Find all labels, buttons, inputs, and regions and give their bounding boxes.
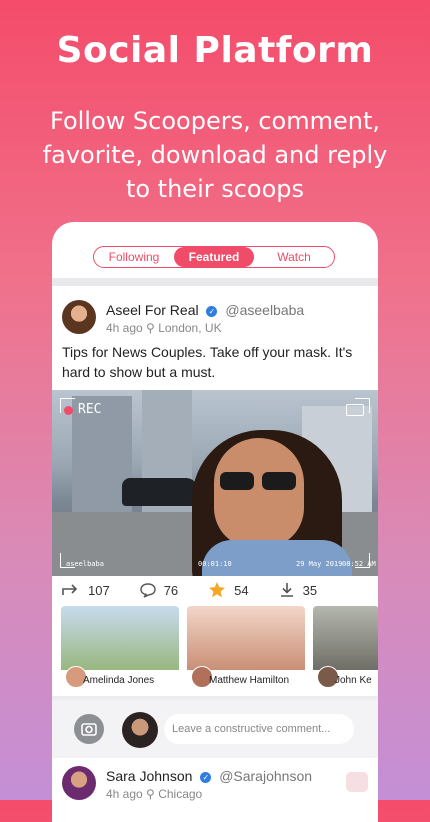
related-thumbnail xyxy=(61,606,179,670)
camera-button[interactable] xyxy=(74,714,104,744)
author-handle[interactable]: @Sarajohnson xyxy=(219,768,312,784)
post-meta: 4h ago ⚲ Chicago xyxy=(106,787,202,801)
tab-featured[interactable]: Featured xyxy=(174,247,254,267)
reply-count: 107 xyxy=(88,582,110,598)
download-button[interactable]: 35 xyxy=(279,582,317,598)
favorite-button[interactable]: 54 xyxy=(208,581,249,599)
verified-icon: ✓ xyxy=(200,772,212,783)
video-watermark: aseelbaba xyxy=(66,560,104,568)
verified-icon: ✓ xyxy=(206,306,218,317)
person-jacket xyxy=(202,540,352,576)
video-clock: 08:52 AM xyxy=(342,560,376,568)
feed-divider xyxy=(52,278,378,286)
author-avatar[interactable] xyxy=(62,766,96,800)
tv-icon[interactable] xyxy=(346,772,368,792)
favorite-count: 54 xyxy=(234,582,249,598)
download-icon xyxy=(280,583,293,597)
car xyxy=(122,478,198,506)
author-line: Aseel For Real ✓ @aseelbaba xyxy=(106,302,304,318)
author-line: Sara Johnson ✓ @Sarajohnson xyxy=(106,768,312,784)
camera-icon xyxy=(81,723,97,736)
author-handle[interactable]: @aseelbaba xyxy=(225,302,304,318)
camera-mode-icon xyxy=(346,404,364,416)
comment-button[interactable]: 76 xyxy=(140,582,178,598)
video-date: 29 May 2019 xyxy=(296,560,343,568)
phone-screen: Following Featured Watch Aseel For Real … xyxy=(52,222,378,822)
comment-icon xyxy=(140,583,156,598)
feed-tabs: Following Featured Watch xyxy=(93,246,335,268)
sunglasses xyxy=(220,472,298,490)
related-name: Matthew Hamilton xyxy=(209,675,290,686)
author-name[interactable]: Aseel For Real xyxy=(106,302,199,318)
post-time: 4h ago xyxy=(106,321,143,335)
comment-bar: Leave a constructive comment... xyxy=(52,700,378,758)
post-actions: 107 76 54 35 xyxy=(62,578,372,602)
tab-watch[interactable]: Watch xyxy=(254,247,334,267)
post-location: London, UK xyxy=(158,321,222,335)
person-face xyxy=(214,438,304,548)
related-card[interactable]: Amelinda Jones xyxy=(61,606,179,688)
post-meta: 4h ago ⚲ London, UK xyxy=(106,321,222,335)
download-count: 35 xyxy=(302,582,318,598)
rec-indicator-icon xyxy=(64,406,73,415)
hero-title: Social Platform xyxy=(56,30,374,71)
related-thumbnail xyxy=(313,606,378,670)
rec-label: REC xyxy=(78,402,102,417)
author-name[interactable]: Sara Johnson xyxy=(106,768,192,784)
related-thumbnail xyxy=(187,606,305,670)
related-name: John Ke xyxy=(335,675,372,686)
tab-following[interactable]: Following xyxy=(94,247,174,267)
post-location: Chicago xyxy=(158,787,203,801)
comment-count: 76 xyxy=(163,582,179,598)
related-name: Amelinda Jones xyxy=(83,675,155,686)
related-card[interactable]: John Ke xyxy=(313,606,378,688)
reply-button[interactable]: 107 xyxy=(62,583,110,598)
related-scoops: Amelinda Jones Matthew Hamilton John Ke xyxy=(61,606,378,688)
reply-icon xyxy=(62,584,78,595)
post-video[interactable]: REC aseelbaba 00:01:10 29 May 2019 08:52… xyxy=(52,390,378,576)
star-icon xyxy=(209,582,226,598)
post-text: Tips for News Couples. Take off your mas… xyxy=(62,344,353,380)
video-timecode: 00:01:10 xyxy=(198,560,232,568)
author-avatar[interactable] xyxy=(62,300,96,334)
current-user-avatar xyxy=(122,712,158,748)
next-post-header: Sara Johnson ✓ @Sarajohnson 4h ago ⚲ Chi… xyxy=(62,766,372,822)
location-pin-icon: ⚲ xyxy=(146,321,155,335)
comment-input[interactable]: Leave a constructive comment... xyxy=(164,714,354,744)
related-card[interactable]: Matthew Hamilton xyxy=(187,606,305,688)
post-header: Aseel For Real ✓ @aseelbaba 4h ago ⚲ Lon… xyxy=(62,300,372,340)
hero-subtitle: Follow Scoopers, comment, favorite, down… xyxy=(42,107,388,203)
post-time: 4h ago xyxy=(106,787,143,801)
location-pin-icon: ⚲ xyxy=(146,787,155,801)
